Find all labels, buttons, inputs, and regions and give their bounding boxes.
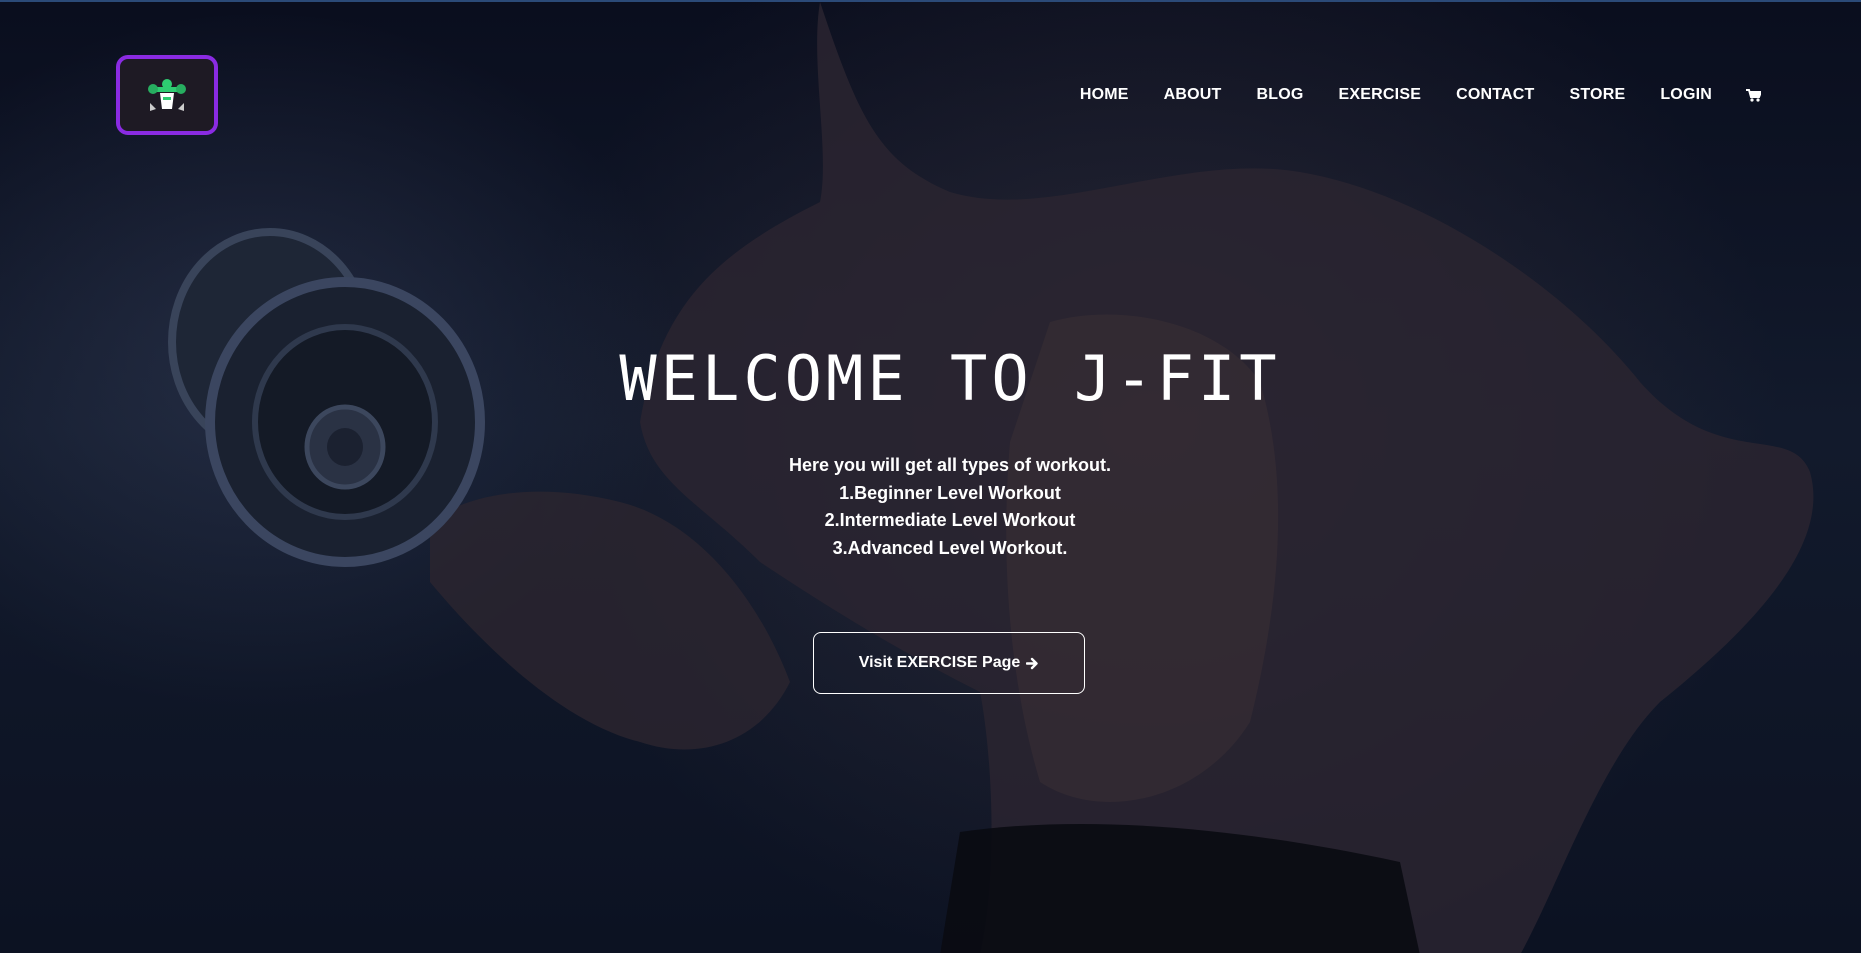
nav-link-exercise[interactable]: EXERCISE — [1339, 86, 1422, 104]
visit-exercise-button[interactable]: Visit EXERCISE Page — [813, 632, 1085, 694]
nav-link-contact[interactable]: CONTACT — [1456, 86, 1534, 104]
nav-link-store[interactable]: STORE — [1570, 86, 1626, 104]
nav-link-blog[interactable]: BLOG — [1257, 86, 1304, 104]
nav-link-about[interactable]: ABOUT — [1164, 86, 1222, 104]
gym-logo-icon — [148, 79, 186, 111]
hero-section: HOME ABOUT BLOG EXERCISE CONTACT STORE L… — [0, 0, 1861, 953]
hero-description: Here you will get all types of workout. … — [0, 452, 1861, 562]
cart-icon — [1746, 88, 1761, 102]
cart-link[interactable] — [1746, 88, 1761, 102]
arrow-right-icon — [1026, 657, 1038, 669]
visit-exercise-label: Visit EXERCISE Page — [858, 654, 1021, 671]
nav-link-home[interactable]: HOME — [1080, 86, 1129, 104]
hero-description-line: 3.Advanced Level Workout. — [832, 537, 1068, 558]
nav-link-login[interactable]: LOGIN — [1660, 86, 1712, 104]
hero-title: WELCOME TO J-FIT — [619, 342, 1281, 415]
hero-description-line: 1.Beginner Level Workout — [839, 482, 1061, 503]
hero-description-line: Here you will get all types of workout. — [788, 455, 1112, 475]
hero-description-line: 2.Intermediate Level Workout — [824, 510, 1076, 530]
main-navigation: HOME ABOUT BLOG EXERCISE CONTACT STORE L… — [1045, 86, 1761, 104]
logo-link[interactable] — [116, 55, 218, 135]
